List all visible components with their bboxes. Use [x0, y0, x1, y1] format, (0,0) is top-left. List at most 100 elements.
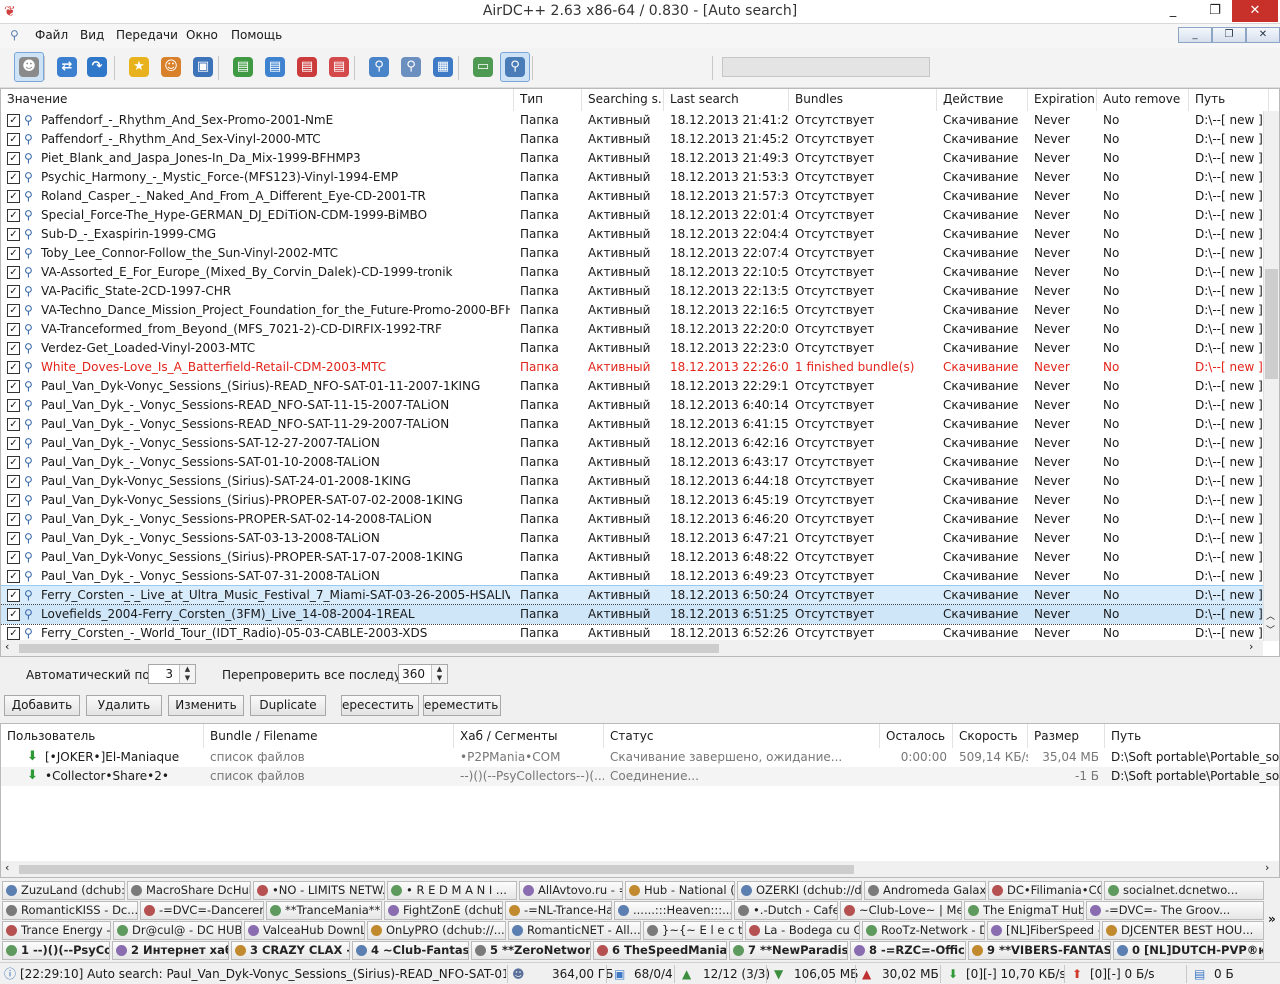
toolbar-follow-redirect-button[interactable]: ↷: [82, 52, 112, 82]
hub-tab[interactable]: 8 -=RZC=-Official -...: [850, 941, 966, 960]
hub-tab[interactable]: 5 **ZeroNetwork** (...: [471, 941, 591, 960]
hub-tab[interactable]: FightZonE (dchub:...: [384, 901, 503, 920]
hub-tab[interactable]: -=DVC=- The Groov...: [1086, 901, 1264, 920]
table-row[interactable]: ✓ ⚲ Verdez-Get_Loaded-Vinyl-2003-MTC Папка А…: [1, 339, 1267, 358]
hub-tab[interactable]: }~{~ E l e c t r ...: [643, 921, 743, 940]
menu-file[interactable]: Файл: [35, 28, 68, 42]
enabled-checkbox[interactable]: ✓: [7, 513, 20, 526]
transfer-row[interactable]: ⬇ •Collector•Share•2• список файлов --)()(-…: [1, 767, 1279, 786]
auto-search-spinner[interactable]: 3 ▲ ▼: [148, 664, 196, 684]
mdi-child-icon[interactable]: ⚲: [10, 28, 19, 42]
hub-tab[interactable]: RooTz-Network - D...: [862, 921, 985, 940]
table-row[interactable]: ✓ ⚲ White_Doves-Love_Is_A_Batterfield-Reta…: [1, 358, 1267, 377]
hub-tab[interactable]: •NO - LIMITS NETW...: [253, 881, 385, 900]
enabled-checkbox[interactable]: ✓: [7, 589, 20, 602]
hub-tab[interactable]: 7 **NewParadise** (...: [729, 941, 848, 960]
table-row[interactable]: ✓ ⚲ Roland_Casper_-_Naked_And_From_A_Diffe…: [1, 187, 1267, 206]
enabled-checkbox[interactable]: ✓: [7, 380, 20, 393]
hub-tab[interactable]: RomanticNET - All...: [508, 921, 641, 940]
enabled-checkbox[interactable]: ✓: [7, 437, 20, 450]
table-row[interactable]: ✓ ⚲ Paul_Van_Dyk-Vonyc_Sessions_(Sirius)-P…: [1, 491, 1267, 510]
toolbar-upload-queue-button[interactable]: ▤: [292, 52, 322, 82]
scroll-right-arrow-icon[interactable]: ›: [1249, 640, 1253, 653]
column-header-path[interactable]: Путь: [1189, 89, 1269, 111]
enabled-checkbox[interactable]: ✓: [7, 342, 20, 355]
toolbar-finished-downloads-button[interactable]: ▤: [260, 52, 290, 82]
transfer-row[interactable]: ⬇ [•JOKER•]El-Maniaque список файлов •P2PMa…: [1, 748, 1279, 767]
table-row[interactable]: ✓ ⚲ Paul_Van_Dyk-Vonyc_Sessions_(Sirius)-R…: [1, 377, 1267, 396]
table-row[interactable]: ✓ ⚲ Paul_Van_Dyk-Vonyc_Sessions_(Sirius)-P…: [1, 548, 1267, 567]
enabled-checkbox[interactable]: ✓: [7, 114, 20, 127]
table-row[interactable]: ✓ ⚲ Paul_Van_Dyk-Vonyc_Sessions_(Sirius)-S…: [1, 472, 1267, 491]
hub-tab[interactable]: OZERKI (dchub://d...: [737, 881, 862, 900]
hub-tab[interactable]: • R E D M A N I ...: [387, 881, 517, 900]
scroll-down-arrow-icon[interactable]: ﹀: [1266, 623, 1275, 636]
table-row[interactable]: ✓ ⚲ Psychic_Harmony_-_Mystic_Force-(MFS123…: [1, 168, 1267, 187]
table-row[interactable]: ✓ ⚲ Paffendorf_-_Rhythm_And_Sex-Promo-2001…: [1, 111, 1267, 130]
hub-tab[interactable]: 3 CRAZY CLAX - Wel...: [231, 941, 350, 960]
add-button[interactable]: Добавить: [4, 695, 80, 716]
toolbar-quick-search-input[interactable]: [722, 57, 930, 77]
hub-tab[interactable]: socialnet.dcnetwo...: [1104, 881, 1264, 900]
table-row[interactable]: ✓ ⚲ Paul_Van_Dyk_-_Vonyc_Sessions-SAT-01-1…: [1, 453, 1267, 472]
horizontal-scrollbar-thumb[interactable]: [19, 644, 719, 653]
menu-help[interactable]: Помощь: [231, 28, 282, 42]
hub-tab[interactable]: Dr@cul@ - DC HUB ...: [113, 921, 242, 940]
hub-tab[interactable]: ValceaHub DownLoa...: [244, 921, 365, 940]
hub-tab[interactable]: DJCENTER BEST HOU...: [1102, 921, 1264, 940]
table-row[interactable]: ✓ ⚲ Lovefields_2004-Ferry_Corsten_(3FM)_Li…: [1, 604, 1267, 625]
toolbar-notepad-button[interactable]: ▭: [468, 52, 498, 82]
enabled-checkbox[interactable]: ✓: [7, 228, 20, 241]
move-up-button[interactable]: ересестить вве: [341, 695, 419, 716]
hub-tab[interactable]: AllAvtovo.ru - =)...: [519, 881, 623, 900]
enabled-checkbox[interactable]: ✓: [7, 266, 20, 279]
enabled-checkbox[interactable]: ✓: [7, 456, 20, 469]
menu-window[interactable]: Окно: [186, 28, 218, 42]
toolbar-finished-uploads-button[interactable]: ▤: [324, 52, 354, 82]
enabled-checkbox[interactable]: ✓: [7, 304, 20, 317]
table-row[interactable]: ✓ ⚲ Sub-D_-_Exaspirin-1999-CMG Папка Активны…: [1, 225, 1267, 244]
enabled-checkbox[interactable]: ✓: [7, 247, 20, 260]
column-header-expiration[interactable]: Expiration: [1028, 89, 1097, 111]
enabled-checkbox[interactable]: ✓: [7, 285, 20, 298]
column-header-size[interactable]: Размер: [1028, 724, 1105, 748]
toolbar-search-spy-button[interactable]: ▦: [428, 52, 458, 82]
hub-tab[interactable]: ZuzuLand (dchub:/...: [2, 881, 125, 900]
hub-tab[interactable]: Andromeda Galaxy ...: [864, 881, 986, 900]
mdi-close-button[interactable]: ✕: [1246, 27, 1280, 43]
restore-button[interactable]: ❐: [1200, 0, 1230, 22]
spin-arrows-icon[interactable]: ▲ ▼: [431, 665, 447, 683]
enabled-checkbox[interactable]: ✓: [7, 171, 20, 184]
column-header-auto-remove[interactable]: Auto remove: [1097, 89, 1189, 111]
hub-tab[interactable]: OnLyPRO (dchub://...: [367, 921, 506, 940]
hub-tab[interactable]: **TranceMania** - ...: [266, 901, 382, 920]
hub-tab[interactable]: -=NL-Trance-Hards...: [505, 901, 612, 920]
hub-tab[interactable]: 6 TheSpeedMania - D...: [593, 941, 727, 960]
hub-tab[interactable]: ~Club-Love~ | Med...: [840, 901, 962, 920]
hub-tab[interactable]: 1 --)()(--PsyCollec...: [2, 941, 110, 960]
table-row[interactable]: ✓ ⚲ Paul_Van_Dyk_-_Vonyc_Sessions-PROPER-S…: [1, 510, 1267, 529]
toolbar-recent-hubs-button[interactable]: ▣: [188, 52, 218, 82]
enabled-checkbox[interactable]: ✓: [7, 532, 20, 545]
enabled-checkbox[interactable]: ✓: [7, 152, 20, 165]
hub-tab[interactable]: •.-Dutch - Cafe-...: [734, 901, 838, 920]
column-header-searching-status[interactable]: Searching s...: [582, 89, 664, 111]
hub-tab[interactable]: 0 [NL]DUTCH-PVP®ю Л...: [1113, 941, 1264, 960]
enabled-checkbox[interactable]: ✓: [7, 570, 20, 583]
hub-tab[interactable]: 9 **VIBERS-FANTASY*...: [968, 941, 1111, 960]
table-row[interactable]: ✓ ⚲ VA-Tranceformed_from_Beyond_(MFS_7021-…: [1, 320, 1267, 339]
hub-tab[interactable]: 2 Интернет хабы ...: [112, 941, 229, 960]
column-header-speed[interactable]: Скорость: [953, 724, 1028, 748]
horizontal-scrollbar-thumb[interactable]: [19, 865, 854, 874]
table-row[interactable]: ✓ ⚲ Paul_Van_Dyk_-_Vonyc_Sessions-SAT-03-1…: [1, 529, 1267, 548]
remove-button[interactable]: Удалить: [86, 695, 162, 716]
hub-tab[interactable]: La - Bodega cu Gr...: [745, 921, 860, 940]
toolbar-queue-button[interactable]: ▤: [228, 52, 258, 82]
enabled-checkbox[interactable]: ✓: [7, 190, 20, 203]
toolbar-favorites-button[interactable]: ★: [124, 52, 154, 82]
table-row[interactable]: ✓ ⚲ Special_Force-The_Hype-GERMAN_DJ_EDiTi…: [1, 206, 1267, 225]
table-row[interactable]: ✓ ⚲ Paffendorf_-_Rhythm_And_Sex-Vinyl-2000…: [1, 130, 1267, 149]
recheck-spinner[interactable]: 360 ▲ ▼: [398, 664, 448, 684]
minimize-button[interactable]: _: [1158, 0, 1188, 22]
menu-transfers[interactable]: Передачи: [116, 28, 178, 42]
